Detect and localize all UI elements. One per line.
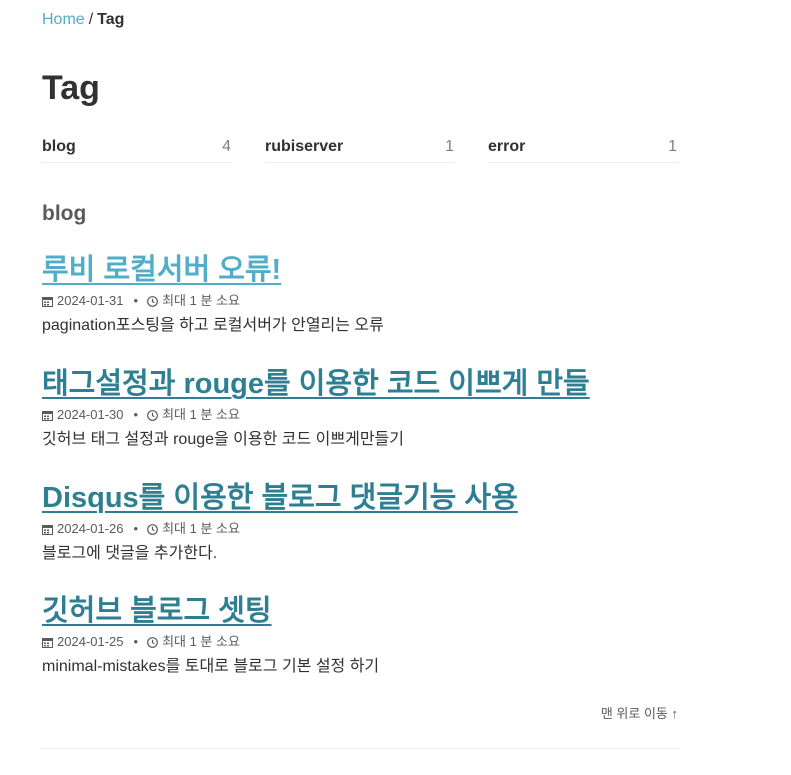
meta-separator: • (133, 407, 139, 422)
taxonomy-name: blog (42, 138, 76, 155)
back-to-top-link[interactable]: 맨 위로 이동 ↑ (601, 705, 678, 723)
meta-separator: • (133, 521, 139, 536)
taxonomy-item-rubiserver[interactable]: rubiserver 1 (265, 132, 455, 163)
breadcrumb-home-link[interactable]: Home (42, 11, 85, 28)
taxonomy-name: error (488, 138, 526, 155)
post-date: 2024-01-30 (57, 407, 124, 422)
post-excerpt: minimal-mistakes를 토대로 블로그 기본 설정 하기 (42, 658, 380, 675)
post-read-time: 최대 1 분 소요 (162, 521, 240, 536)
clock-icon (147, 409, 158, 421)
post-date: 2024-01-26 (57, 521, 124, 536)
post-item: Disqus를 이용한 블로그 댓글기능 사용 2024-01-26 • 최대 … (42, 480, 678, 564)
meta-separator: • (133, 293, 139, 308)
breadcrumb: Home / Tag (42, 10, 124, 30)
post-excerpt: pagination포스팅을 하고 로컬서버가 안열리는 오류 (42, 317, 384, 334)
post-item: 루비 로컬서버 오류! 2024-01-31 • 최대 1 분 소요 pagin… (42, 252, 678, 336)
post-date: 2024-01-25 (57, 634, 124, 649)
post-title-link[interactable]: 루비 로컬서버 오류! (42, 252, 678, 288)
section-title: blog (42, 202, 87, 225)
clock-icon (147, 636, 158, 648)
breadcrumb-current: Tag (97, 11, 125, 28)
taxonomy-count: 1 (445, 138, 454, 155)
post-meta: 2024-01-31 • 최대 1 분 소요 (42, 292, 678, 310)
clock-icon (147, 523, 158, 535)
footer-divider (42, 748, 678, 749)
post-excerpt: 블로그에 댓글을 추가한다. (42, 545, 218, 562)
post-item: 태그설정과 rouge를 이용한 코드 이쁘게 만들 2024-01-30 • … (42, 366, 678, 450)
post-item: 깃허브 블로그 셋팅 2024-01-25 • 최대 1 분 소요 minima… (42, 593, 678, 677)
taxonomy-index: blog 4 rubiserver 1 error 1 (42, 132, 678, 164)
taxonomy-name: rubiserver (265, 138, 344, 155)
post-meta: 2024-01-26 • 최대 1 분 소요 (42, 520, 678, 538)
post-meta: 2024-01-30 • 최대 1 분 소요 (42, 406, 678, 424)
post-meta: 2024-01-25 • 최대 1 분 소요 (42, 633, 678, 651)
post-read-time: 최대 1 분 소요 (162, 634, 240, 649)
taxonomy-item-blog[interactable]: blog 4 (42, 132, 232, 163)
post-title-link[interactable]: Disqus를 이용한 블로그 댓글기능 사용 (42, 480, 678, 516)
post-title-link[interactable]: 깃허브 블로그 셋팅 (42, 593, 678, 629)
breadcrumb-separator: / (88, 11, 94, 28)
post-title-link[interactable]: 태그설정과 rouge를 이용한 코드 이쁘게 만들 (42, 366, 678, 402)
taxonomy-count: 4 (222, 138, 231, 155)
calendar-icon (42, 410, 53, 421)
clock-icon (147, 295, 158, 307)
taxonomy-item-error[interactable]: error 1 (488, 132, 678, 163)
meta-separator: • (133, 634, 139, 649)
post-date: 2024-01-31 (57, 293, 124, 308)
post-read-time: 최대 1 분 소요 (162, 293, 240, 308)
calendar-icon (42, 524, 53, 535)
taxonomy-count: 1 (668, 138, 677, 155)
page-title: Tag (42, 69, 100, 107)
post-read-time: 최대 1 분 소요 (162, 407, 240, 422)
post-excerpt: 깃허브 태그 설정과 rouge을 이용한 코드 이쁘게만들기 (42, 431, 404, 448)
calendar-icon (42, 637, 53, 648)
calendar-icon (42, 296, 53, 307)
